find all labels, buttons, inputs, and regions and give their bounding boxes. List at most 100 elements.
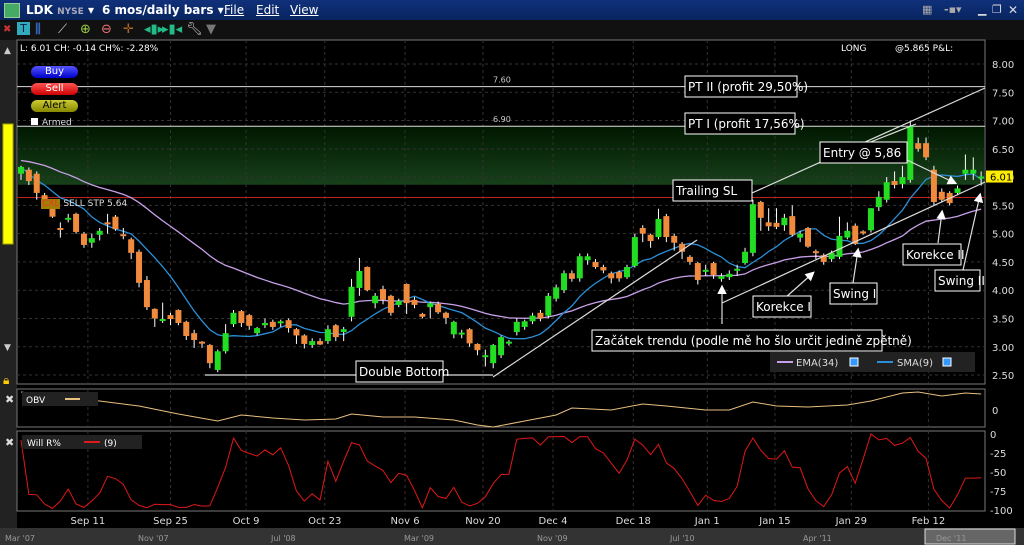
candle-down: [73, 213, 80, 232]
candle-up: [734, 268, 741, 271]
candle-down: [923, 143, 930, 158]
candle-up: [561, 273, 568, 291]
candle-up: [521, 321, 528, 327]
left-strip: [0, 40, 17, 528]
target-level-label: 6.90: [493, 115, 511, 124]
candle-up: [88, 238, 95, 243]
annotation-trend_start: Začátek trendu (podle mě ho šlo určit je…: [595, 334, 912, 348]
y-tick-label: 8.00: [992, 60, 1014, 71]
y-tick-label: 5.50: [992, 201, 1014, 212]
candle-down: [537, 312, 544, 319]
candle-up: [65, 217, 72, 220]
candle-up: [309, 341, 316, 346]
candle-down: [151, 308, 158, 319]
candle-down: [805, 227, 811, 247]
position-side: LONG: [841, 44, 867, 54]
candle-up: [340, 329, 347, 333]
candle-up: [781, 217, 788, 226]
annotation-swing1: Swing I: [833, 287, 876, 301]
candle-up: [623, 267, 630, 278]
sell-button[interactable]: Sell: [31, 83, 78, 95]
willr-tick: -25: [990, 449, 1006, 460]
price-chart[interactable]: ▲ ▼ 🔒︎ Mar '07 Nov '07 Jul '08 Mar '09 Nov '09 J…: [0, 0, 1024, 545]
candle-up: [584, 256, 591, 261]
candle-up: [18, 166, 24, 174]
target-level-label: 7.60: [493, 76, 511, 85]
timeline-label: Dec '11: [936, 534, 966, 543]
candle-up: [159, 319, 166, 322]
candle-up: [970, 169, 977, 174]
cancel-order-button[interactable]: CXL: [41, 199, 61, 209]
x-tick-label: Nov 20: [465, 516, 500, 527]
candle-up: [450, 321, 457, 335]
candle-down: [120, 234, 127, 237]
candle-up: [899, 177, 906, 184]
annotation-korekce2: Korekce II: [906, 248, 965, 262]
timeline-label: Mar '09: [404, 534, 434, 543]
candle-down: [80, 233, 87, 245]
scroll-down-icon: ▼: [4, 343, 11, 353]
obv-panel: [16, 388, 986, 428]
close-obv-icon: ✖: [5, 393, 14, 406]
alert-button[interactable]: Alert: [31, 100, 78, 112]
scroll-up-icon: ▲: [4, 46, 11, 56]
candle-down: [757, 201, 764, 218]
candle-up: [883, 182, 890, 200]
close-willr-icon: ✖: [5, 436, 14, 449]
candle-down: [387, 295, 394, 313]
y-tick-label: 5.00: [992, 230, 1014, 241]
candle-down: [143, 280, 150, 308]
candle-up: [749, 204, 756, 253]
candle-up: [482, 355, 489, 358]
y-tick-label: 3.50: [992, 314, 1014, 325]
candle-up: [427, 303, 434, 308]
candle-down: [616, 272, 623, 279]
candle-up: [553, 287, 560, 299]
x-tick-label: Jan 29: [835, 516, 867, 527]
candle-down: [442, 312, 449, 318]
y-tick-label: 6.50: [992, 145, 1014, 156]
scroll-thumb[interactable]: [2, 123, 14, 245]
candle-down: [301, 335, 308, 344]
candle-down: [592, 261, 599, 268]
candle-down: [915, 143, 922, 149]
stop-order-tag[interactable]: CXL SELL STP 5.64: [41, 199, 127, 209]
candle-down: [930, 169, 937, 202]
candle-down: [773, 222, 780, 227]
candle-down: [663, 216, 670, 238]
candle-down: [812, 251, 819, 254]
candle-down: [269, 321, 276, 327]
candle-down: [332, 325, 339, 338]
candle-up: [214, 351, 221, 370]
candle-down: [33, 173, 40, 193]
candle-up: [655, 218, 662, 238]
candle-up: [505, 341, 512, 344]
candle-up: [907, 126, 914, 180]
candle-up: [498, 337, 505, 356]
checkbox-icon: [942, 357, 952, 367]
candle-down: [608, 273, 615, 279]
timeline-label: Nov '09: [537, 534, 568, 543]
candle-up: [348, 286, 355, 317]
buy-button[interactable]: Buy: [31, 66, 78, 78]
x-tick-label: Feb 12: [912, 516, 946, 527]
candle-down: [671, 235, 678, 243]
checkbox-icon[interactable]: [31, 118, 38, 125]
candle-down: [466, 329, 473, 344]
x-tick-label: Sep 11: [71, 516, 106, 527]
y-tick-label: 7.00: [992, 117, 1014, 128]
sma-legend-label: SMA(9): [897, 358, 933, 369]
candle-down: [860, 231, 867, 234]
candle-up: [96, 230, 103, 235]
annotation-pt1: PT I (profit 17,56%): [688, 117, 805, 131]
candle-down: [104, 222, 111, 225]
candle-down: [765, 222, 772, 227]
annotation-swing2: Swing II: [938, 274, 985, 288]
candle-up: [395, 300, 402, 305]
candle-up: [962, 169, 969, 174]
armed-checkbox[interactable]: Armed: [31, 118, 72, 128]
timeline-label: Nov '07: [138, 534, 169, 543]
candle-up: [742, 251, 749, 264]
candle-down: [568, 273, 575, 279]
candle-up: [631, 237, 638, 266]
